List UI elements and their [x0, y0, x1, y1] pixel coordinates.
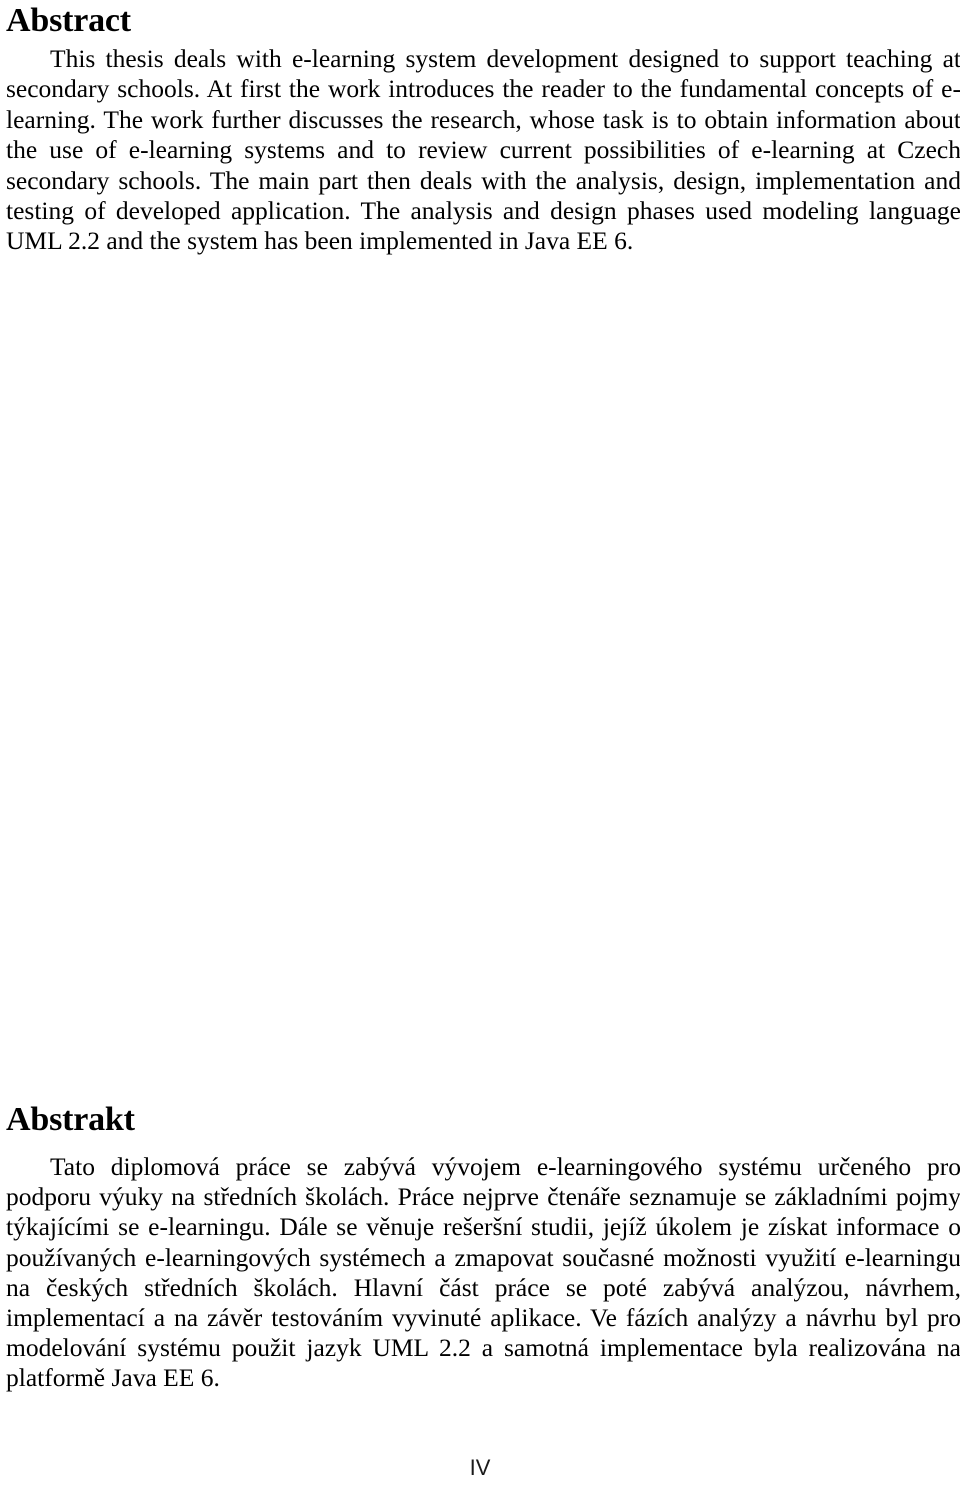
abstract-english-heading: Abstract: [6, 2, 131, 39]
document-page: Abstract This thesis deals with e-learni…: [0, 0, 960, 1499]
abstract-czech-heading: Abstrakt: [6, 1101, 135, 1138]
abstract-english-paragraph: This thesis deals with e-learning system…: [6, 44, 960, 256]
abstract-czech-paragraph: Tato diplomová práce se zabývá vývojem e…: [6, 1152, 960, 1393]
page-number: IV: [469, 1455, 491, 1480]
